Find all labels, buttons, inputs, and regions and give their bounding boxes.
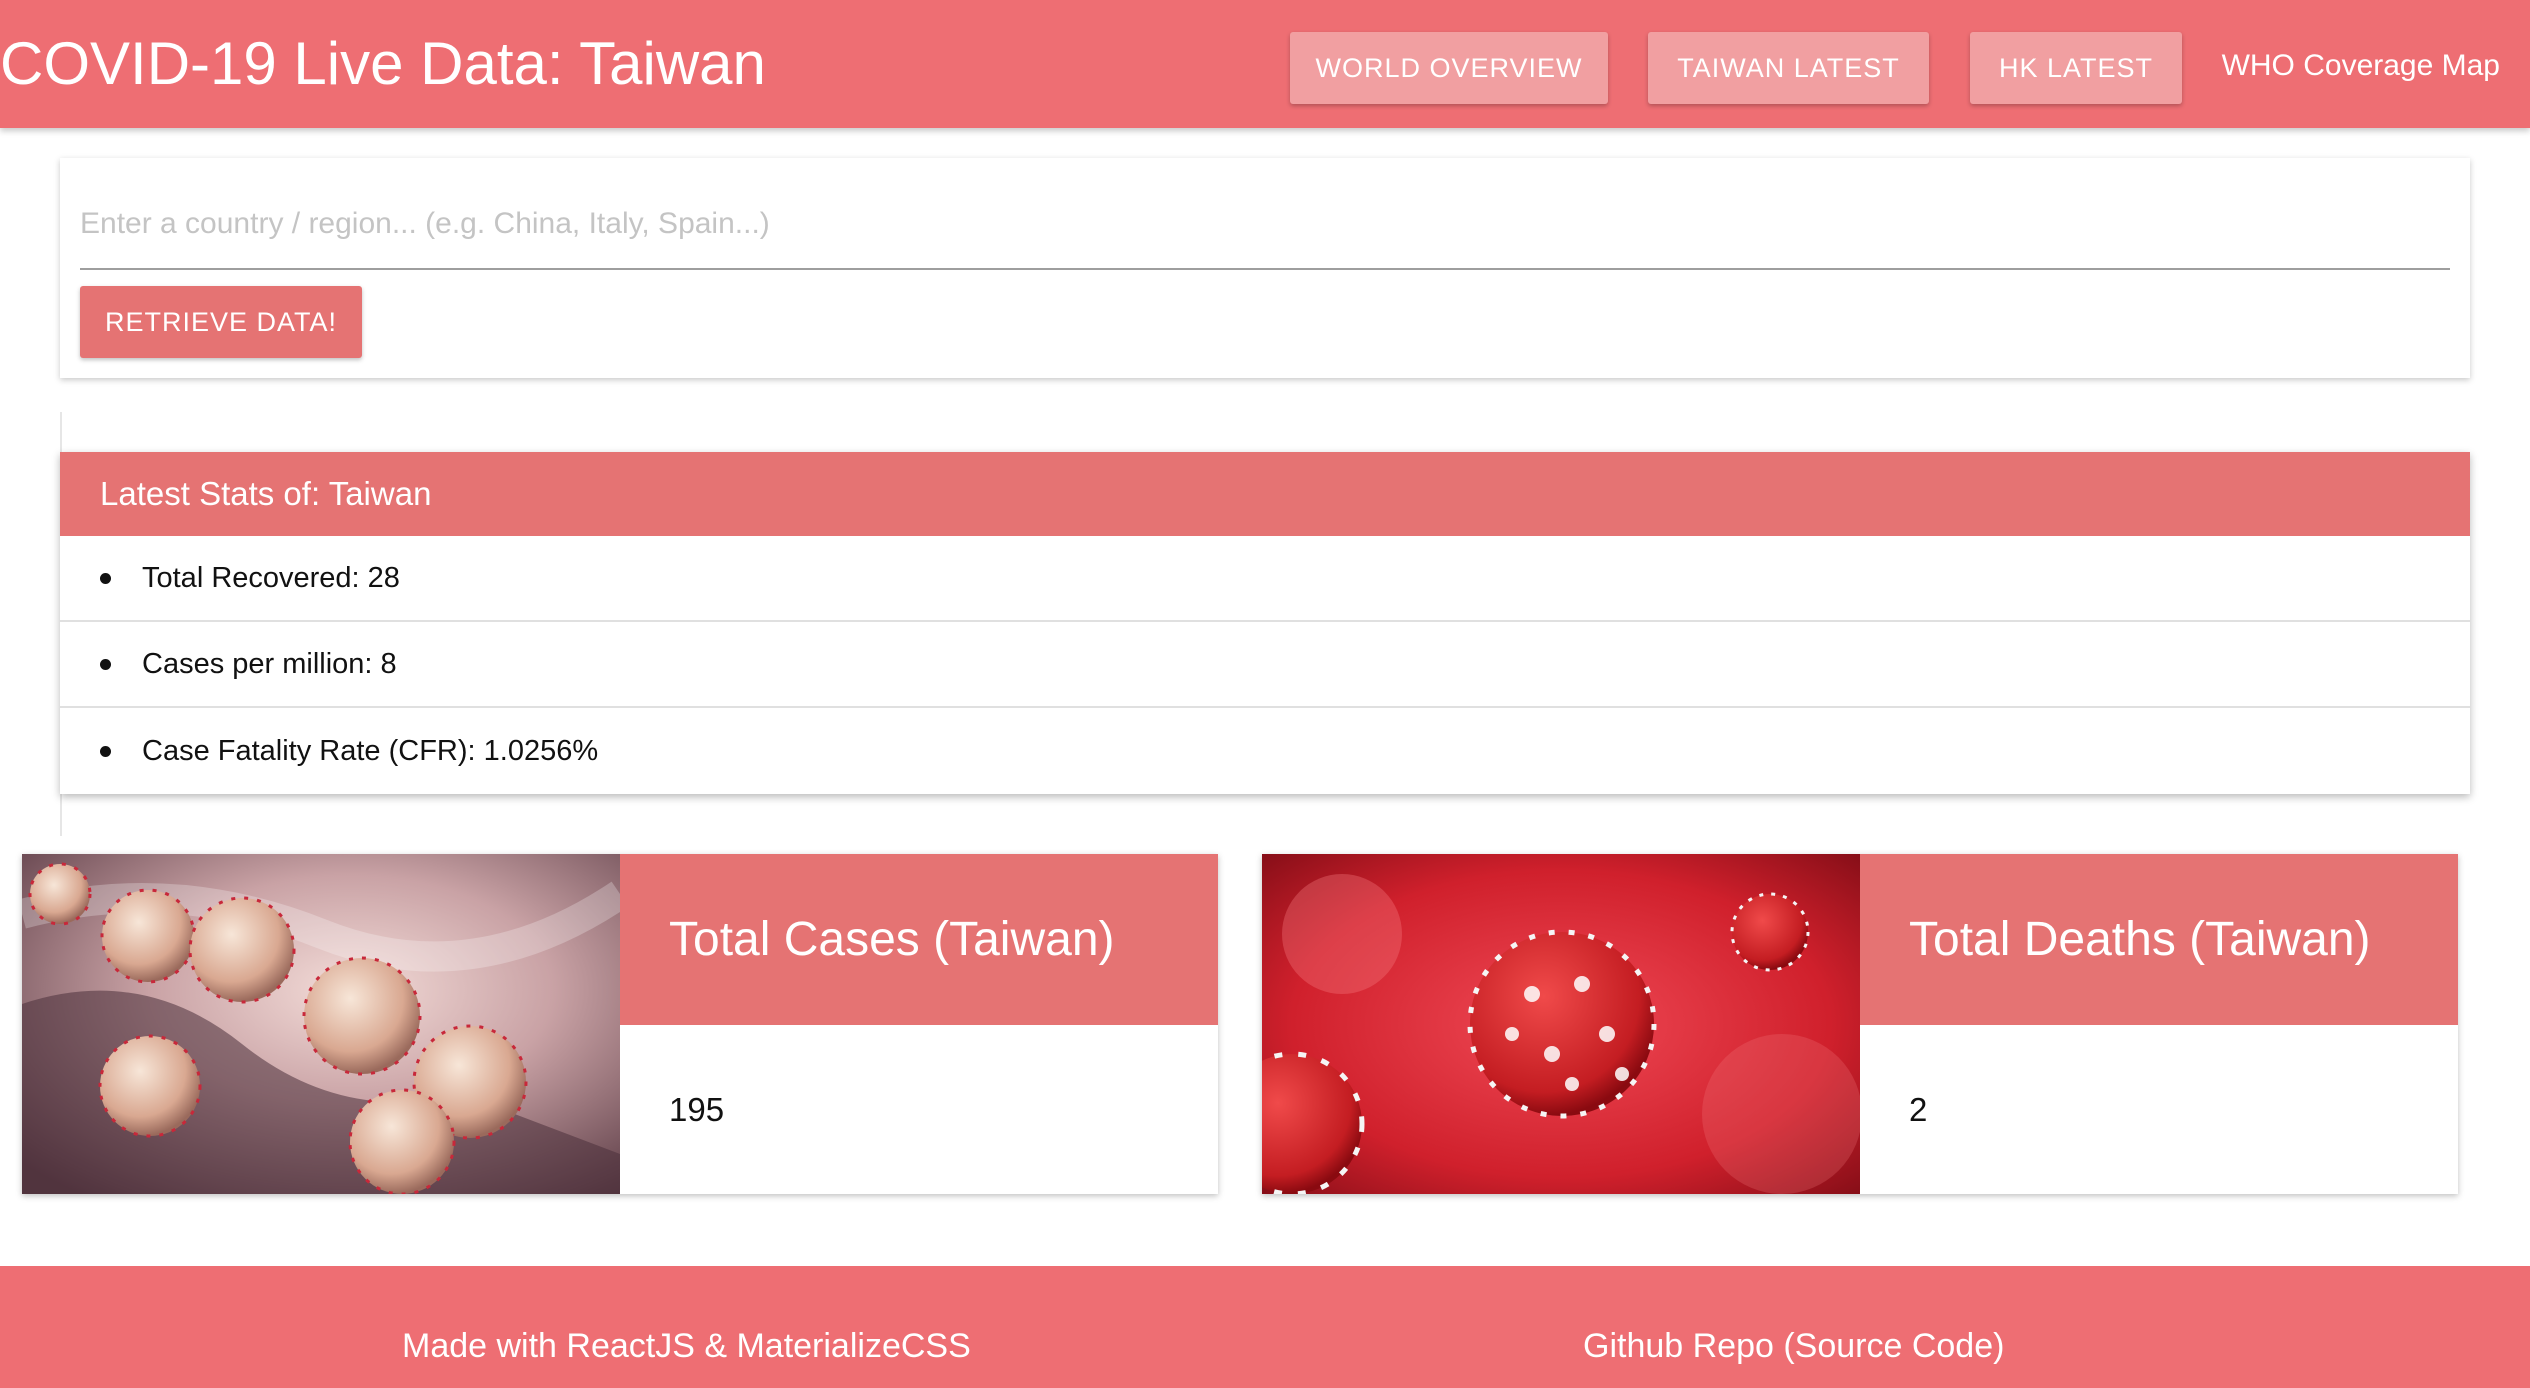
country-search-input[interactable] — [80, 180, 2450, 270]
latest-stats-header: Latest Stats of: Taiwan — [60, 452, 2470, 536]
retrieve-data-button[interactable]: RETRIEVE DATA! — [80, 286, 362, 358]
cases-per-million-text: Cases per million: 8 — [142, 647, 397, 680]
world-overview-button[interactable]: WORLD OVERVIEW — [1290, 32, 1608, 104]
case-fatality-rate-text: Case Fatality Rate (CFR): 1.0256% — [142, 734, 599, 767]
total-deaths-value: 2 — [1909, 1090, 1928, 1128]
total-recovered-text: Total Recovered: 28 — [142, 561, 400, 594]
total-cases-card: Total Cases (Taiwan) 195 — [22, 854, 1218, 1194]
total-deaths-card: Total Deaths (Taiwan) 2 — [1262, 854, 2458, 1194]
total-deaths-content: Total Deaths (Taiwan) 2 — [1860, 854, 2458, 1194]
who-coverage-map-link[interactable]: WHO Coverage Map — [2222, 44, 2500, 88]
bullet-icon — [100, 745, 111, 757]
bullet-icon — [100, 658, 111, 670]
hk-latest-button[interactable]: HK LATEST — [1970, 32, 2182, 104]
taiwan-latest-button[interactable]: TAIWAN LATEST — [1648, 32, 1929, 104]
github-repo-link[interactable]: Github Repo (Source Code) — [1583, 1324, 2004, 1368]
stats-list-item: Cases per million: 8 — [60, 622, 2470, 708]
coronavirus-red-illustration-icon — [1262, 854, 1860, 1194]
coronavirus-illustration-icon — [22, 854, 620, 1194]
total-cases-value: 195 — [669, 1090, 725, 1128]
total-cases-content: Total Cases (Taiwan) 195 — [620, 854, 1218, 1194]
latest-stats-card: Latest Stats of: Taiwan Total Recovered:… — [60, 452, 2470, 794]
navbar: COVID-19 Live Data: Taiwan WORLD OVERVIE… — [0, 0, 2530, 128]
total-deaths-title: Total Deaths (Taiwan) — [1860, 854, 2458, 1025]
total-cases-title: Total Cases (Taiwan) — [620, 854, 1218, 1025]
footer-credit: Made with ReactJS & MaterializeCSS — [402, 1327, 971, 1365]
footer: Made with ReactJS & MaterializeCSS Githu… — [0, 1266, 2530, 1388]
stats-list-item: Total Recovered: 28 — [60, 536, 2470, 622]
bullet-icon — [100, 572, 111, 584]
brand-title[interactable]: COVID-19 Live Data: Taiwan — [0, 24, 766, 104]
stats-list-item: Case Fatality Rate (CFR): 1.0256% — [60, 708, 2470, 794]
search-card: RETRIEVE DATA! — [60, 158, 2470, 378]
